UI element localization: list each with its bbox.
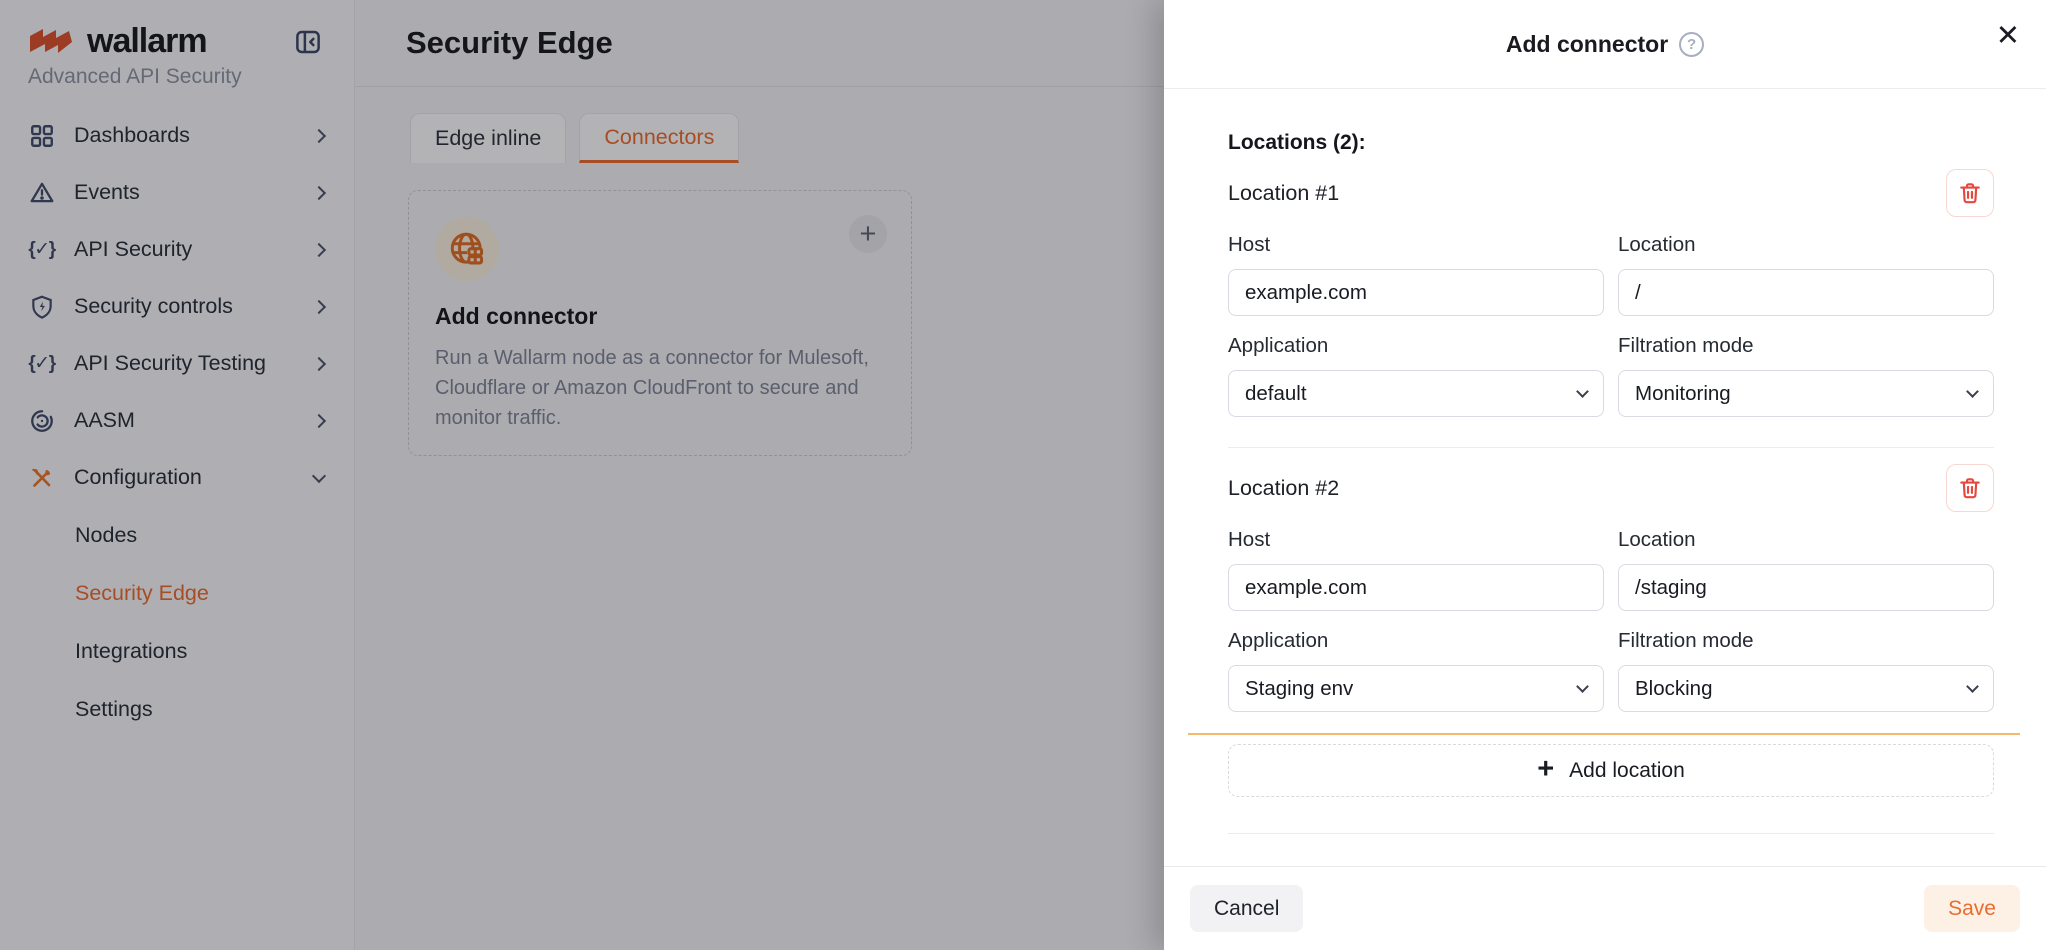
highlight-divider (1188, 733, 2020, 735)
host-input[interactable] (1228, 269, 1604, 316)
delete-location-2-button[interactable] (1946, 464, 1994, 512)
delete-location-1-button[interactable] (1946, 169, 1994, 217)
filtration-mode-select[interactable]: Blocking (1618, 665, 1994, 712)
add-connector-modal: Add connector ? ✕ Locations (2): Locatio… (1164, 0, 2046, 950)
host-label: Host (1228, 233, 1604, 257)
trash-icon (1957, 180, 1983, 206)
location-input[interactable] (1618, 564, 1994, 611)
close-icon[interactable]: ✕ (1996, 22, 2020, 51)
location-title: Location #2 (1228, 476, 1339, 501)
location-1-fields: Host Location Application Filtration mod… (1228, 217, 1994, 417)
modal-footer: Cancel Save (1164, 866, 2046, 950)
location-1-header: Location #1 (1228, 169, 1994, 217)
modal-title: Add connector (1506, 31, 1668, 58)
location-label: Location (1618, 233, 1994, 257)
modal-header: Add connector ? ✕ (1164, 0, 2046, 89)
chevron-down-icon (1576, 385, 1589, 398)
save-button[interactable]: Save (1924, 885, 2020, 932)
location-input[interactable] (1618, 269, 1994, 316)
modal-body: Locations (2): Location #1 Host Location… (1164, 89, 2046, 866)
application-label: Application (1228, 629, 1604, 653)
location-title: Location #1 (1228, 181, 1339, 206)
select-value: Staging env (1245, 677, 1353, 701)
form-bottom-divider (1228, 833, 1994, 834)
trash-icon (1957, 475, 1983, 501)
chevron-down-icon (1966, 680, 1979, 693)
cancel-button[interactable]: Cancel (1190, 885, 1303, 932)
filtration-mode-label: Filtration mode (1618, 334, 1994, 358)
help-icon[interactable]: ? (1679, 32, 1704, 57)
location-2-fields: Host Location Application Filtration mod… (1228, 512, 1994, 712)
application-label: Application (1228, 334, 1604, 358)
filtration-mode-select[interactable]: Monitoring (1618, 370, 1994, 417)
location-2-header: Location #2 (1228, 464, 1994, 512)
chevron-down-icon (1966, 385, 1979, 398)
select-value: default (1245, 382, 1307, 406)
application-select[interactable]: Staging env (1228, 665, 1604, 712)
host-label: Host (1228, 528, 1604, 552)
select-value: Monitoring (1635, 382, 1731, 406)
host-input[interactable] (1228, 564, 1604, 611)
chevron-down-icon (1576, 680, 1589, 693)
location-divider (1228, 447, 1994, 448)
filtration-mode-label: Filtration mode (1618, 629, 1994, 653)
select-value: Blocking (1635, 677, 1713, 701)
add-location-button[interactable]: + Add location (1228, 744, 1994, 797)
add-location-label: Add location (1569, 759, 1685, 783)
application-select[interactable]: default (1228, 370, 1604, 417)
plus-icon: + (1537, 755, 1554, 784)
location-label: Location (1618, 528, 1994, 552)
locations-heading: Locations (2): (1228, 131, 1994, 155)
